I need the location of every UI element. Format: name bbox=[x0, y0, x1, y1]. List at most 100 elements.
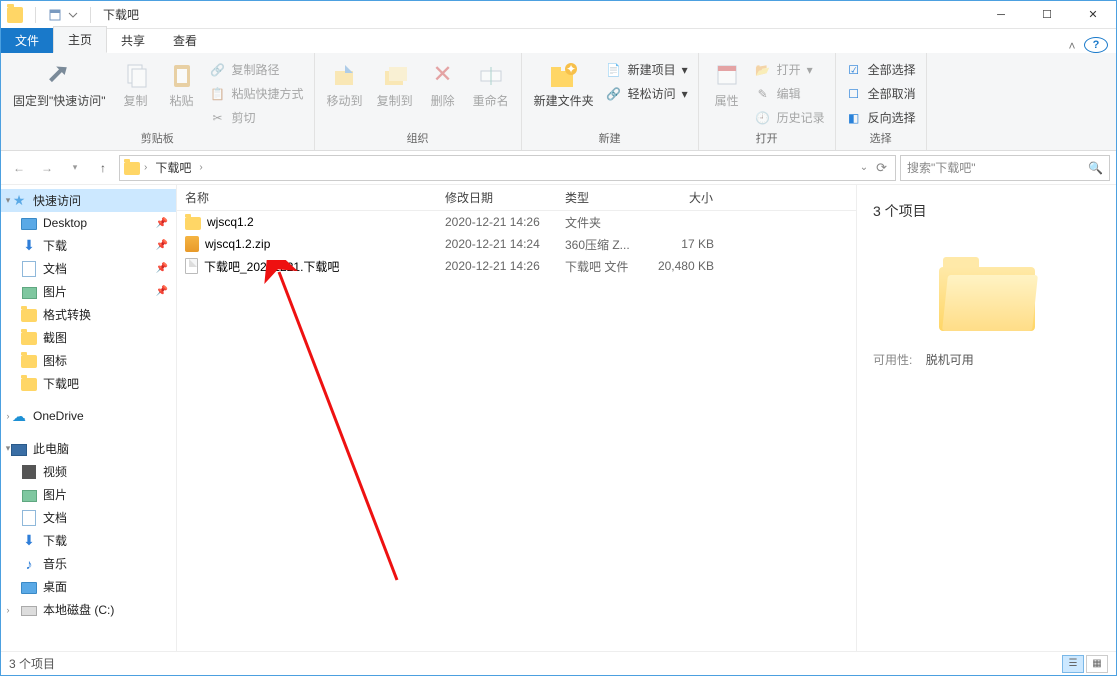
sidebar-item-folder[interactable]: 图标 bbox=[1, 349, 176, 372]
folder-icon bbox=[185, 217, 201, 230]
sidebar-item-documents[interactable]: 文档 bbox=[1, 506, 176, 529]
sidebar-item-folder[interactable]: 下载吧 bbox=[1, 372, 176, 395]
col-size[interactable]: 大小 bbox=[642, 189, 722, 206]
col-date[interactable]: 修改日期 bbox=[437, 189, 557, 206]
new-item-button[interactable]: 📄新建项目 ▾ bbox=[602, 59, 692, 80]
document-icon bbox=[22, 261, 36, 277]
video-icon bbox=[22, 465, 36, 479]
qat-dropdown-icon[interactable] bbox=[68, 8, 78, 22]
sidebar-item-folder[interactable]: 截图 bbox=[1, 326, 176, 349]
help-icon[interactable]: ? bbox=[1084, 37, 1108, 53]
easy-access-button[interactable]: 🔗轻松访问 ▾ bbox=[602, 83, 692, 104]
tab-share[interactable]: 共享 bbox=[107, 28, 159, 53]
sidebar-item-desktop[interactable]: 桌面 bbox=[1, 575, 176, 598]
details-count: 3 个项目 bbox=[873, 201, 1100, 221]
pc-icon bbox=[11, 444, 27, 456]
sidebar-item-downloads[interactable]: ⬇下载 bbox=[1, 529, 176, 552]
column-headers: 名称 修改日期 类型 大小 bbox=[177, 185, 856, 211]
rename-button[interactable]: 重命名 bbox=[467, 55, 515, 114]
properties-button[interactable]: 属性 bbox=[705, 55, 749, 114]
move-to-button[interactable]: 移动到 bbox=[321, 55, 369, 114]
qat-properties-icon[interactable] bbox=[48, 8, 62, 22]
chevron-right-icon[interactable]: › bbox=[199, 162, 202, 173]
copy-path-button[interactable]: 🔗复制路径 bbox=[206, 59, 308, 80]
ribbon: 固定到"快速访问" 复制 粘贴 🔗复制路径 📋粘贴快捷方式 ✂剪切 剪贴板 移动… bbox=[1, 53, 1116, 151]
col-name[interactable]: 名称 bbox=[177, 189, 437, 206]
ribbon-collapse-icon[interactable]: ˄ bbox=[1060, 39, 1084, 53]
cut-button[interactable]: ✂剪切 bbox=[206, 107, 308, 128]
pin-icon: 📌 bbox=[156, 218, 168, 229]
paste-button[interactable]: 粘贴 bbox=[160, 55, 204, 114]
address-bar[interactable]: › 下载吧 › ⌄ ⟳ bbox=[119, 155, 896, 181]
select-all-button[interactable]: ☑全部选择 bbox=[842, 59, 920, 80]
address-dropdown-icon[interactable]: ⌄ bbox=[860, 162, 868, 173]
sidebar-item-downloads[interactable]: ⬇下载📌 bbox=[1, 234, 176, 257]
file-row[interactable]: wjscq1.2.zip 2020-12-21 14:24 360压缩 Z...… bbox=[177, 233, 856, 255]
history-button[interactable]: 🕘历史记录 bbox=[751, 107, 829, 128]
sidebar-item-pictures[interactable]: 图片 bbox=[1, 483, 176, 506]
sidebar-item-documents[interactable]: 文档📌 bbox=[1, 257, 176, 280]
sidebar-onedrive[interactable]: ›☁OneDrive bbox=[1, 405, 176, 427]
navigation-pane[interactable]: ▾★快速访问 Desktop📌 ⬇下载📌 文档📌 图片📌 格式转换 截图 图标 … bbox=[1, 185, 177, 651]
details-folder-icon bbox=[939, 251, 1035, 331]
app-icon bbox=[7, 7, 23, 23]
minimize-button[interactable]: ─ bbox=[978, 1, 1024, 29]
open-button[interactable]: 📂打开 ▾ bbox=[751, 59, 829, 80]
delete-button[interactable]: ✕删除 bbox=[421, 55, 465, 114]
new-folder-button[interactable]: ✦新建文件夹 bbox=[528, 55, 600, 114]
nav-up-button[interactable]: ↑ bbox=[91, 156, 115, 180]
sidebar-item-disk-c[interactable]: ›本地磁盘 (C:) bbox=[1, 598, 176, 621]
sidebar-this-pc[interactable]: ▾此电脑 bbox=[1, 437, 176, 460]
sidebar-item-desktop[interactable]: Desktop📌 bbox=[1, 212, 176, 234]
tab-file[interactable]: 文件 bbox=[1, 28, 53, 53]
pin-quickaccess-button[interactable]: 固定到"快速访问" bbox=[7, 55, 112, 114]
invert-selection-button[interactable]: ◧反向选择 bbox=[842, 107, 920, 128]
file-row[interactable]: wjscq1.2 2020-12-21 14:26 文件夹 bbox=[177, 211, 856, 233]
nav-forward-button[interactable]: → bbox=[35, 156, 59, 180]
status-bar: 3 个项目 ☰ ▦ bbox=[1, 651, 1116, 675]
close-button[interactable]: ✕ bbox=[1070, 1, 1116, 29]
select-none-button[interactable]: ☐全部取消 bbox=[842, 83, 920, 104]
ribbon-group-organize: 组织 bbox=[321, 128, 515, 148]
sidebar-item-videos[interactable]: 视频 bbox=[1, 460, 176, 483]
sidebar-item-music[interactable]: ♪音乐 bbox=[1, 552, 176, 575]
address-folder-icon bbox=[124, 162, 140, 175]
view-details-button[interactable]: ☰ bbox=[1062, 655, 1084, 673]
sidebar-item-folder[interactable]: 格式转换 bbox=[1, 303, 176, 326]
copy-button[interactable]: 复制 bbox=[114, 55, 158, 114]
paste-shortcut-button[interactable]: 📋粘贴快捷方式 bbox=[206, 83, 308, 104]
folder-icon bbox=[21, 332, 37, 345]
nav-back-button[interactable]: ← bbox=[7, 156, 31, 180]
svg-text:✦: ✦ bbox=[566, 62, 576, 76]
zip-icon bbox=[185, 236, 199, 252]
title-bar: 下载吧 ─ ☐ ✕ bbox=[1, 1, 1116, 29]
search-placeholder: 搜索"下载吧" bbox=[907, 159, 976, 176]
sidebar-quick-access[interactable]: ▾★快速访问 bbox=[1, 189, 176, 212]
status-text: 3 个项目 bbox=[9, 655, 55, 672]
window-title: 下载吧 bbox=[103, 6, 139, 23]
chevron-right-icon[interactable]: › bbox=[144, 162, 147, 173]
file-row[interactable]: 下载吧_20201221.下载吧 2020-12-21 14:26 下载吧 文件… bbox=[177, 255, 856, 277]
breadcrumb[interactable]: 下载吧 bbox=[151, 159, 195, 176]
pin-icon: 📌 bbox=[156, 263, 168, 274]
sidebar-item-pictures[interactable]: 图片📌 bbox=[1, 280, 176, 303]
tab-view[interactable]: 查看 bbox=[159, 28, 211, 53]
desktop-icon bbox=[21, 218, 37, 230]
ribbon-tabs: 文件 主页 共享 查看 ˄ ? bbox=[1, 29, 1116, 53]
star-icon: ★ bbox=[11, 193, 27, 209]
copy-to-button[interactable]: 复制到 bbox=[371, 55, 419, 114]
search-input[interactable]: 搜索"下载吧" 🔍 bbox=[900, 155, 1110, 181]
folder-icon bbox=[21, 378, 37, 391]
disk-icon bbox=[21, 606, 37, 616]
edit-button[interactable]: ✎编辑 bbox=[751, 83, 829, 104]
refresh-icon[interactable]: ⟳ bbox=[876, 160, 887, 176]
search-icon[interactable]: 🔍 bbox=[1088, 161, 1103, 175]
desktop-icon bbox=[21, 582, 37, 594]
picture-icon bbox=[22, 490, 37, 502]
maximize-button[interactable]: ☐ bbox=[1024, 1, 1070, 29]
nav-recent-dropdown[interactable]: ▾ bbox=[63, 156, 87, 180]
tab-home[interactable]: 主页 bbox=[53, 26, 107, 53]
view-icons-button[interactable]: ▦ bbox=[1086, 655, 1108, 673]
pin-icon: 📌 bbox=[156, 286, 168, 297]
col-type[interactable]: 类型 bbox=[557, 189, 642, 206]
